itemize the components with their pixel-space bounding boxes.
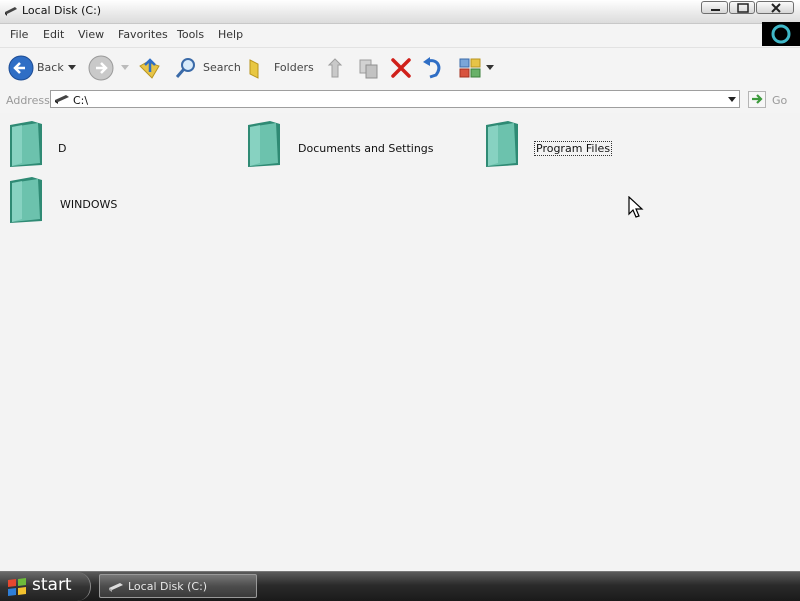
- search-icon[interactable]: [174, 56, 198, 80]
- back-dropdown-icon[interactable]: [68, 65, 76, 71]
- forward-dropdown-icon[interactable]: [121, 65, 129, 71]
- address-bar: Address C:\ Go: [0, 88, 800, 112]
- taskbar-item-local-disk[interactable]: Local Disk (C:): [99, 574, 257, 598]
- start-label: start: [32, 575, 72, 595]
- back-arrow-icon[interactable]: [8, 55, 34, 81]
- menu-view[interactable]: View: [78, 28, 104, 41]
- folder-icon: [486, 121, 518, 167]
- windows-orb-icon: [771, 24, 791, 44]
- undo-icon[interactable]: [420, 55, 446, 81]
- folder-item[interactable]: WINDOWS: [8, 175, 238, 227]
- maximize-button[interactable]: [729, 1, 755, 14]
- folder-name: Program Files: [533, 141, 613, 156]
- title-bar: Local Disk (C:): [0, 0, 800, 24]
- menu-edit[interactable]: Edit: [43, 28, 64, 41]
- folder-item-selected[interactable]: Program Files: [484, 119, 714, 171]
- close-button[interactable]: [756, 1, 794, 14]
- search-button[interactable]: Search: [203, 61, 241, 74]
- folder-icon: [248, 121, 280, 167]
- taskbar-item-label: Local Disk (C:): [128, 580, 208, 593]
- taskbar: start Local Disk (C:): [0, 571, 800, 601]
- copy-to-icon[interactable]: [357, 57, 381, 79]
- address-value: C:\: [73, 94, 89, 107]
- address-dropdown-icon[interactable]: [725, 91, 739, 107]
- drive-icon: [5, 7, 17, 16]
- back-button[interactable]: Back: [37, 61, 64, 74]
- go-arrow-icon: [752, 94, 763, 104]
- windows-logo-icon: [8, 578, 26, 596]
- views-dropdown-icon[interactable]: [486, 65, 494, 71]
- close-icon: [771, 3, 781, 13]
- up-folder-icon[interactable]: [137, 56, 163, 80]
- go-label[interactable]: Go: [772, 94, 787, 107]
- menu-bar: File Edit View Favorites Tools Help: [0, 24, 800, 46]
- address-field[interactable]: C:\: [50, 90, 740, 108]
- maximize-icon: [737, 3, 749, 13]
- menu-tools[interactable]: Tools: [177, 28, 204, 41]
- drive-icon: [55, 95, 69, 104]
- forward-arrow-icon[interactable]: [88, 55, 114, 81]
- views-icon[interactable]: [458, 56, 482, 80]
- drive-icon: [109, 583, 123, 592]
- delete-icon[interactable]: [389, 57, 413, 79]
- folder-icon: [10, 121, 42, 167]
- menu-favorites[interactable]: Favorites: [118, 28, 168, 41]
- window-title: Local Disk (C:): [22, 4, 102, 17]
- menu-help[interactable]: Help: [218, 28, 243, 41]
- menu-file[interactable]: File: [10, 28, 28, 41]
- folder-name: Documents and Settings: [298, 142, 434, 155]
- go-button[interactable]: [748, 91, 766, 108]
- folder-item[interactable]: D: [8, 119, 238, 171]
- brand-logo: [762, 22, 800, 46]
- folder-name: WINDOWS: [60, 198, 118, 211]
- folder-item[interactable]: Documents and Settings: [246, 119, 476, 171]
- start-button[interactable]: start: [0, 572, 91, 601]
- folder-icon: [10, 177, 42, 223]
- move-to-icon[interactable]: [326, 57, 348, 79]
- toolbar: Back Search Folders: [0, 47, 800, 89]
- address-label: Address: [6, 94, 50, 107]
- folders-icon[interactable]: [246, 56, 268, 80]
- folder-name: D: [58, 142, 67, 155]
- folder-view: D Documents and Settings Program Files W…: [0, 113, 800, 571]
- minimize-icon: [711, 9, 720, 11]
- minimize-button[interactable]: [701, 1, 728, 14]
- folders-button[interactable]: Folders: [274, 61, 314, 74]
- mouse-cursor-icon: [628, 196, 644, 218]
